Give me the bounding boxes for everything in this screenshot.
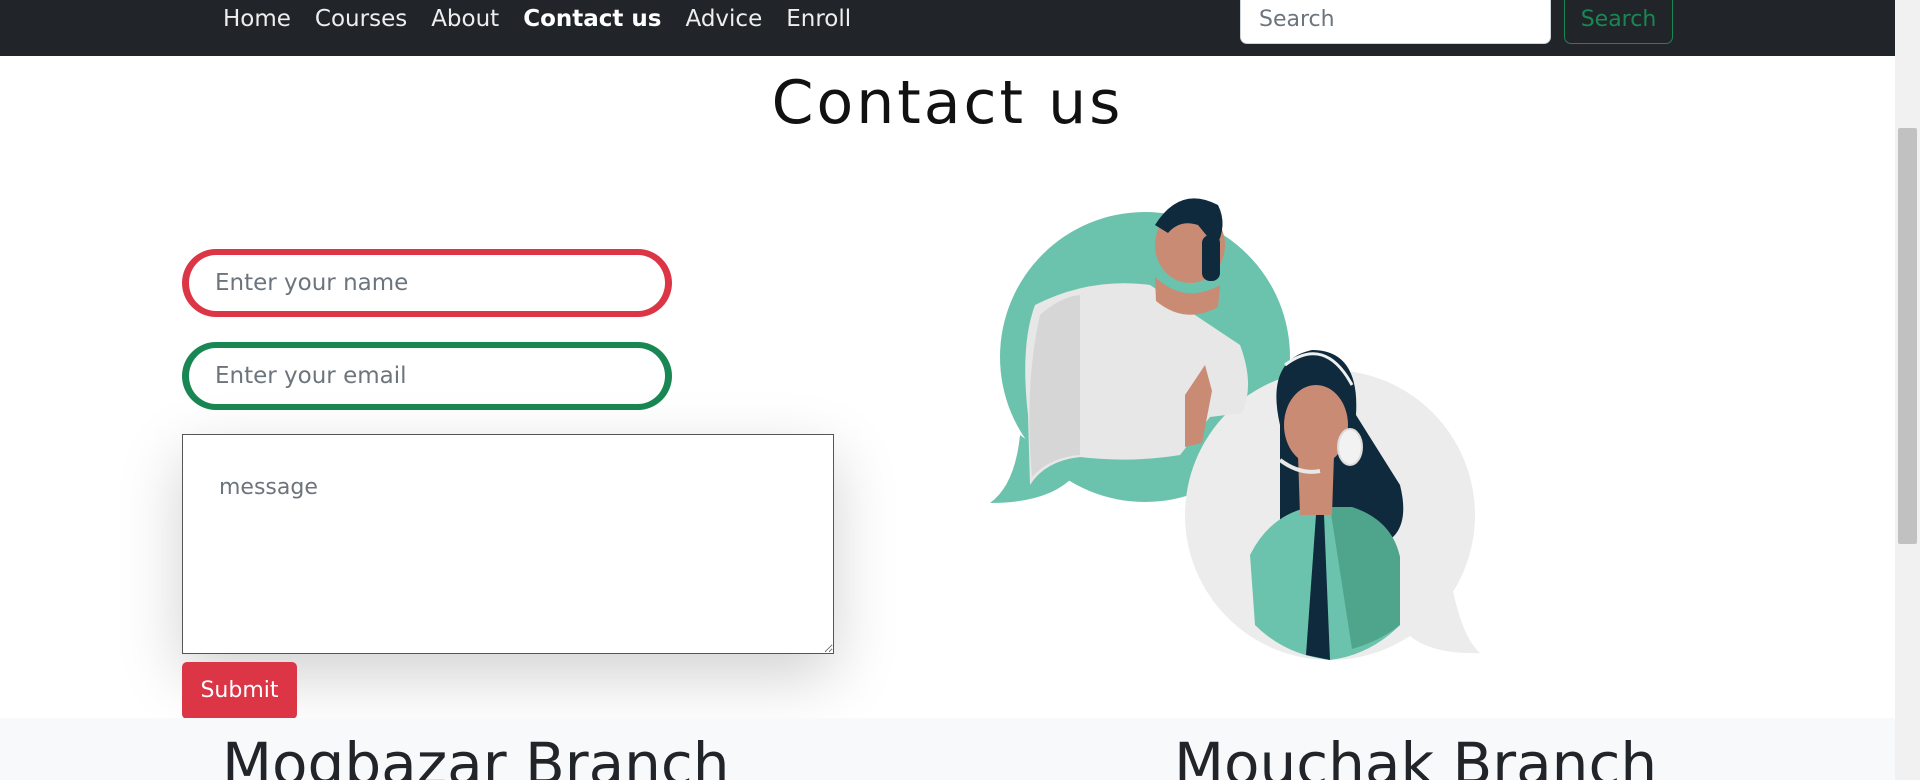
branch-title-mouchak: Mouchak Branch <box>1174 730 1658 780</box>
nav-contact-us[interactable]: Contact us <box>523 6 661 32</box>
nav-about[interactable]: About <box>431 6 499 32</box>
nav-links: Home Courses About Contact us Advice Enr… <box>223 0 875 38</box>
search-input[interactable] <box>1240 0 1551 44</box>
scrollbar-thumb[interactable] <box>1898 128 1917 544</box>
branch-title-mogbazar: Mogbazar Branch <box>222 730 730 780</box>
branches-section: Mogbazar Branch Mouchak Branch <box>0 718 1895 780</box>
vertical-scrollbar[interactable] <box>1895 0 1920 780</box>
name-input[interactable] <box>182 249 672 317</box>
message-textarea[interactable] <box>182 434 834 654</box>
nav-enroll[interactable]: Enroll <box>786 6 851 32</box>
customer-support-illustration <box>990 198 1480 660</box>
nav-advice[interactable]: Advice <box>686 6 763 32</box>
search-button[interactable]: Search <box>1564 0 1673 44</box>
navbar: Home Courses About Contact us Advice Enr… <box>0 0 1895 56</box>
nav-courses[interactable]: Courses <box>315 6 407 32</box>
page-title: Contact us <box>771 68 1124 138</box>
email-input[interactable] <box>182 342 672 410</box>
submit-button[interactable]: Submit <box>182 662 297 719</box>
nav-home[interactable]: Home <box>223 6 291 32</box>
page: Home Courses About Contact us Advice Enr… <box>0 0 1920 780</box>
